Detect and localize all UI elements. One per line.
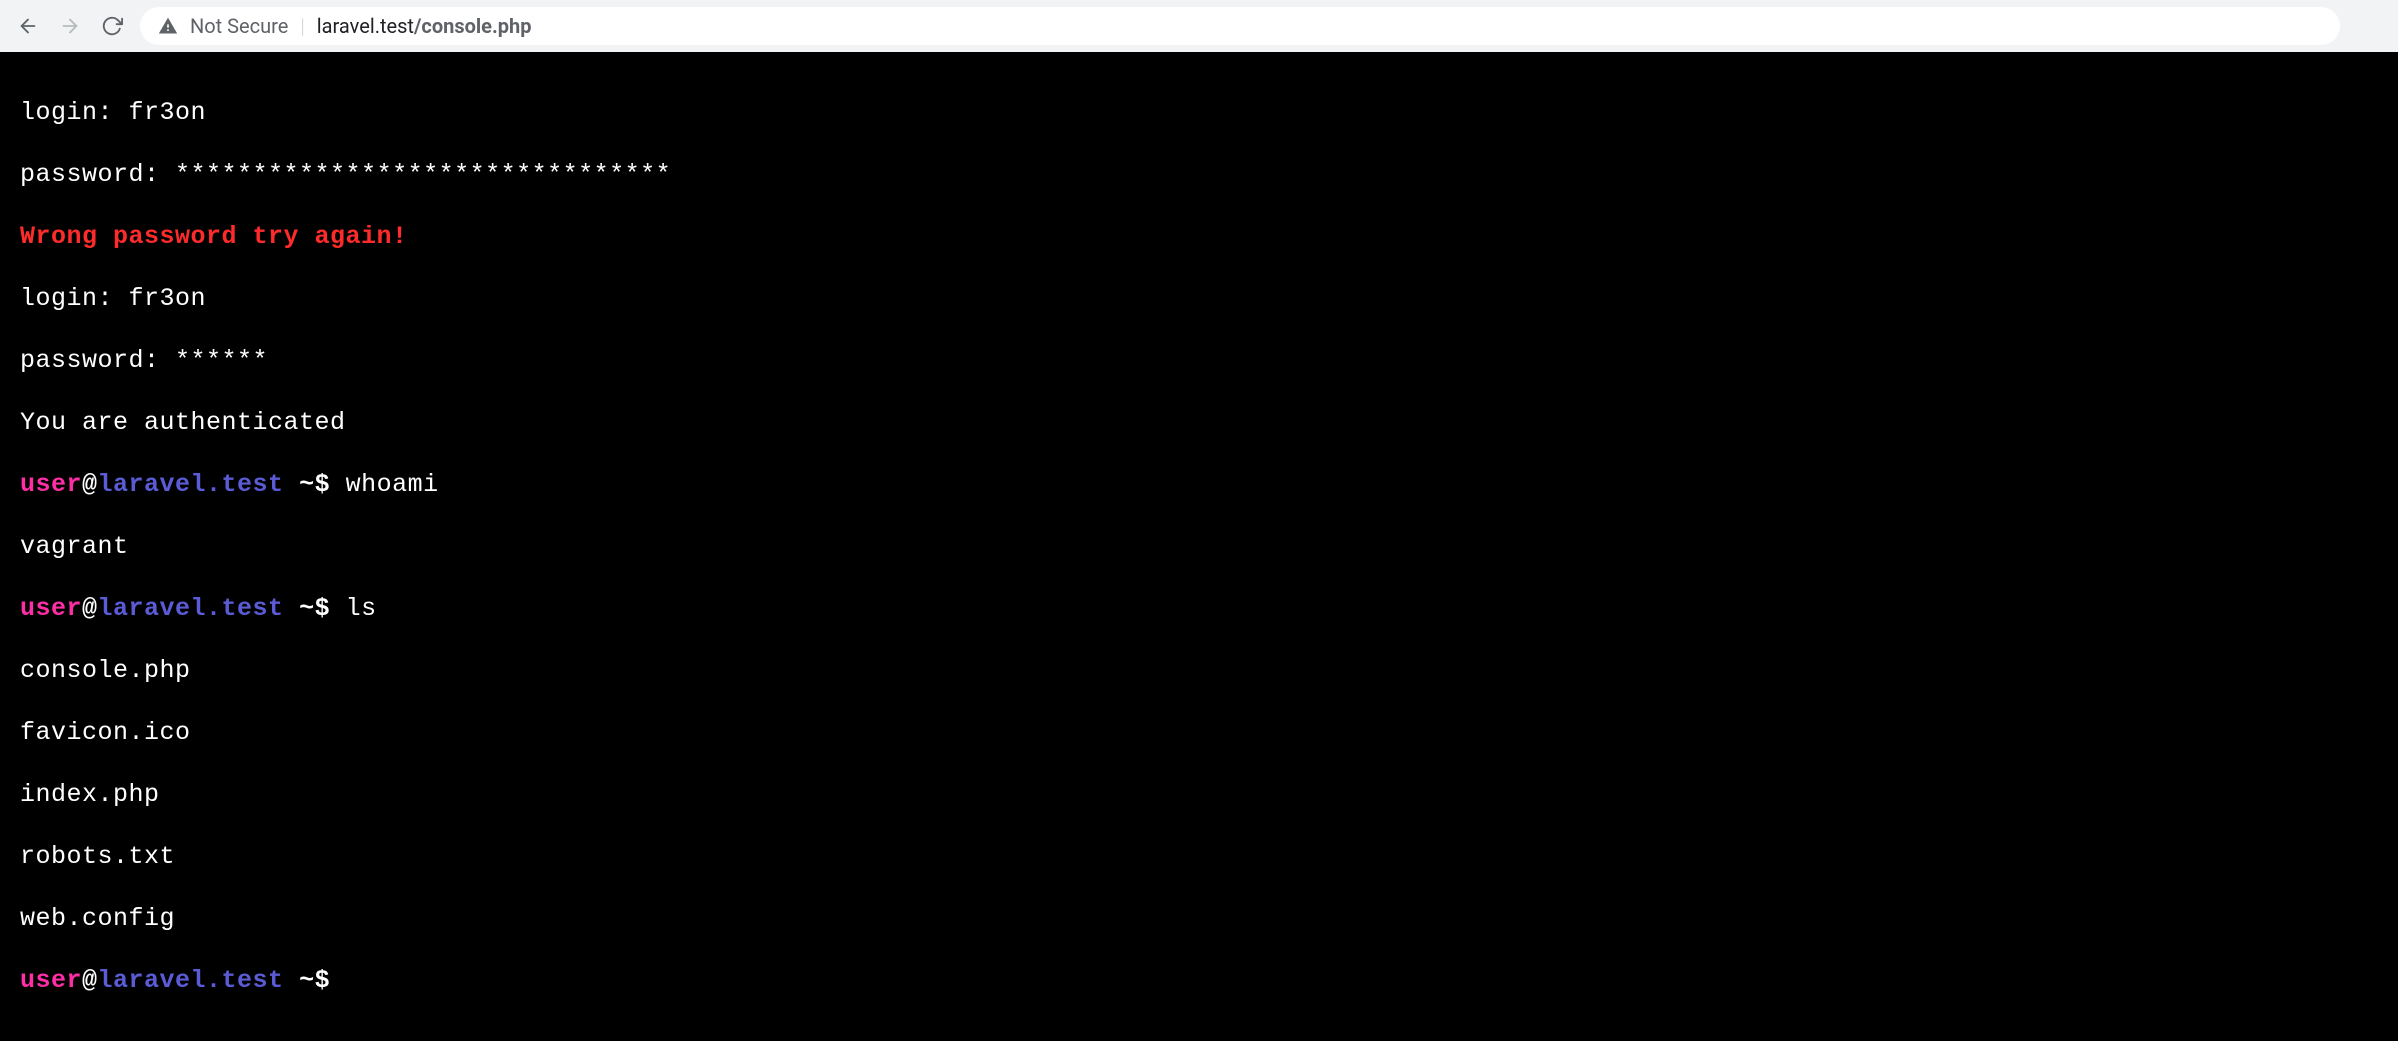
prompt-line-3: user@laravel.test ~$ [20,965,2378,996]
terminal-output[interactable]: login: fr3on password: *****************… [0,52,2398,1041]
forward-button[interactable] [58,14,82,38]
security-label: Not Secure [190,14,288,38]
ls-output-2: favicon.ico [20,717,2378,748]
ls-output-4: robots.txt [20,841,2378,872]
ls-output-3: index.php [20,779,2378,810]
browser-address-bar: Not Secure | laravel.test/console.php [0,0,2398,52]
url-divider: | [300,14,304,38]
arrow-right-icon [59,15,81,37]
url-text: laravel.test/console.php [317,14,532,38]
prompt-line-1: user@laravel.test ~$ whoami [20,469,2378,500]
auth-message: You are authenticated [20,407,2378,438]
nav-button-group [16,14,124,38]
reload-icon [101,15,123,37]
login-line-2: login: fr3on [20,283,2378,314]
password-line-1: password: ******************************… [20,159,2378,190]
whoami-output: vagrant [20,531,2378,562]
password-line-2: password: ****** [20,345,2378,376]
error-message: Wrong password try again! [20,221,2378,252]
security-warning-icon [158,16,178,36]
ls-output-5: web.config [20,903,2378,934]
login-line-1: login: fr3on [20,97,2378,128]
url-input[interactable]: Not Secure | laravel.test/console.php [140,7,2340,45]
arrow-left-icon [17,15,39,37]
prompt-line-2: user@laravel.test ~$ ls [20,593,2378,624]
back-button[interactable] [16,14,40,38]
ls-output-1: console.php [20,655,2378,686]
reload-button[interactable] [100,14,124,38]
